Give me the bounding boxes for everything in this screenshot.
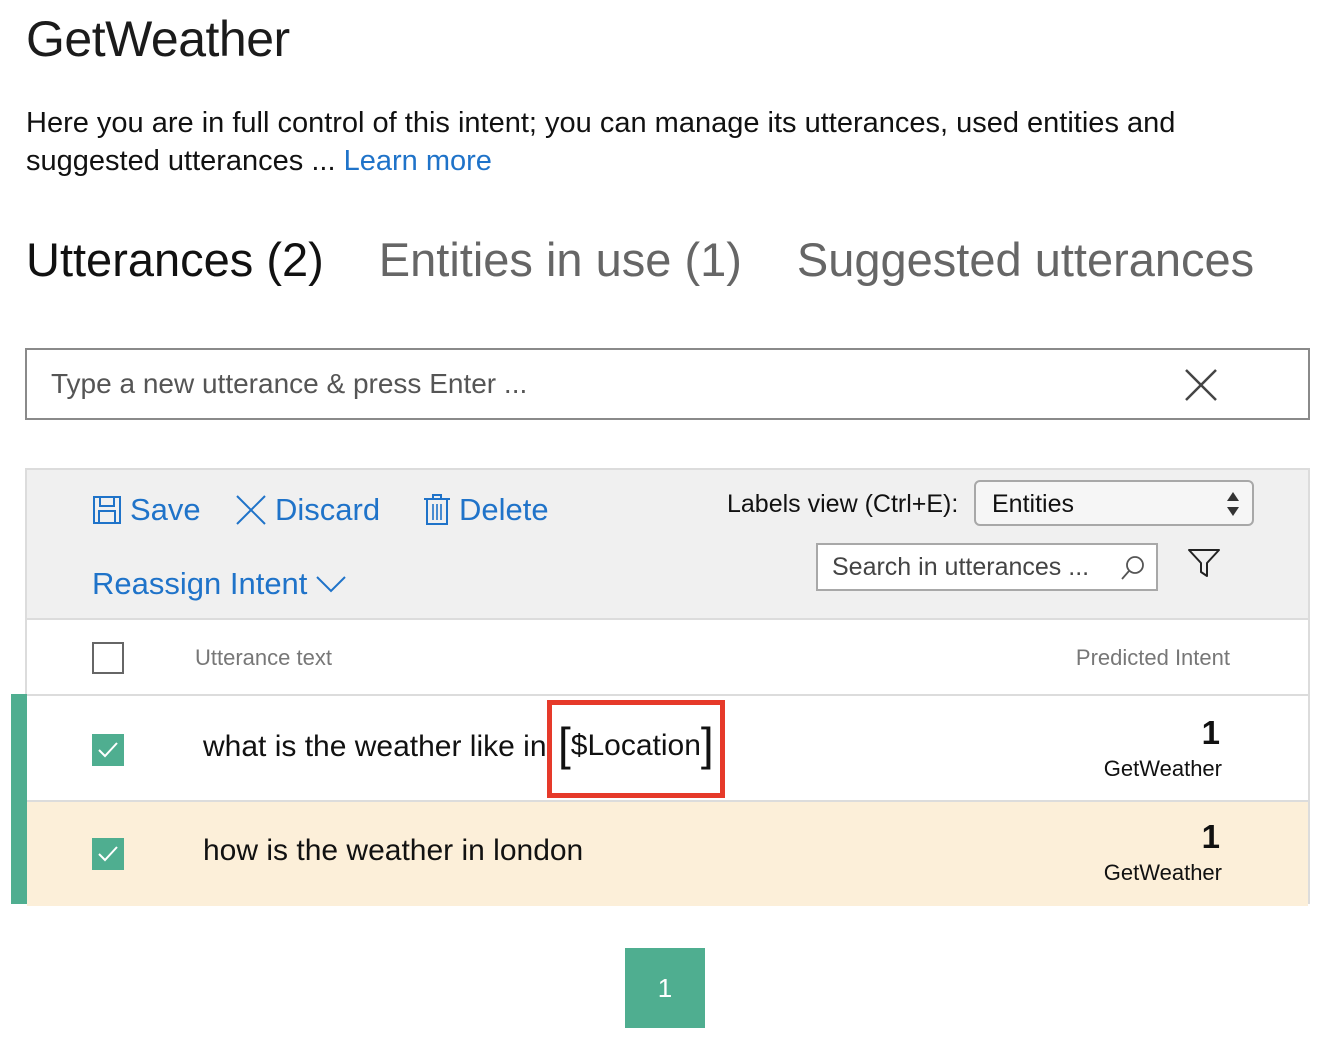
predicted-intent-score: 1 [1201, 818, 1220, 855]
entity-bracket-open: [ [558, 718, 571, 770]
entity-label: [$Location] [558, 721, 714, 767]
table-header: Utterance text Predicted Intent [27, 620, 1308, 696]
row-checkbox[interactable] [92, 734, 124, 766]
intent-description-text: Here you are in full control of this int… [26, 107, 1176, 177]
selected-rows-indicator [11, 694, 27, 904]
discard-button[interactable]: Discard [235, 492, 380, 528]
save-label: Save [130, 492, 201, 527]
column-header-predicted-intent: Predicted Intent [1075, 645, 1230, 670]
entity-name: $Location [570, 729, 701, 762]
utterances-panel: Save Discard Delete Reassign Intent Labe… [25, 468, 1310, 906]
entity-bracket-close: ] [700, 718, 714, 770]
tab-entities-in-use[interactable]: Entities in use (1) [379, 232, 742, 287]
checkmark-icon [98, 742, 118, 758]
trash-icon [424, 494, 450, 525]
reassign-intent-button[interactable]: Reassign Intent [92, 566, 347, 602]
column-header-utterance: Utterance text [195, 645, 332, 670]
close-icon[interactable] [1184, 368, 1218, 402]
checkmark-icon [98, 846, 118, 862]
utterance-search-input[interactable] [832, 545, 1102, 589]
tab-utterances[interactable]: Utterances (2) [26, 232, 324, 287]
utterance-search-box [816, 543, 1158, 591]
select-arrows-icon [1227, 492, 1239, 516]
delete-button[interactable]: Delete [423, 492, 549, 528]
table-row[interactable]: what is the weather like in [$Location] … [27, 698, 1308, 802]
reassign-intent-label: Reassign Intent [92, 566, 308, 601]
search-icon[interactable] [1120, 555, 1146, 581]
close-icon [236, 495, 266, 525]
labels-view-select[interactable]: Entities [974, 480, 1254, 526]
utterances-toolbar: Save Discard Delete Reassign Intent Labe… [27, 470, 1308, 620]
page-title: GetWeather [26, 11, 290, 67]
save-icon [93, 496, 121, 524]
intent-description: Here you are in full control of this int… [26, 104, 1266, 180]
learn-more-link[interactable]: Learn more [344, 145, 492, 177]
new-utterance-box [25, 348, 1310, 420]
save-button[interactable]: Save [92, 492, 201, 528]
utterance-text[interactable]: what is the weather like in [203, 730, 547, 764]
utterance-text[interactable]: how is the weather in london [203, 834, 583, 868]
chevron-down-icon [316, 576, 347, 593]
labels-view-value: Entities [992, 490, 1074, 518]
predicted-intent-name[interactable]: GetWeather [1104, 756, 1222, 782]
labels-view-label: Labels view (Ctrl+E): [727, 490, 959, 518]
discard-label: Discard [275, 492, 381, 527]
page-1-button[interactable]: 1 [625, 948, 705, 1028]
row-checkbox[interactable] [92, 838, 124, 870]
new-utterance-input[interactable] [51, 350, 1171, 418]
select-all-checkbox[interactable] [92, 642, 124, 674]
table-row[interactable]: how is the weather in london 1 GetWeathe… [27, 802, 1308, 906]
delete-label: Delete [459, 492, 549, 527]
intent-tabs: Utterances (2) Entities in use (1) Sugge… [26, 232, 1254, 287]
entity-label-highlight[interactable]: [$Location] [547, 700, 725, 798]
tab-suggested-utterances[interactable]: Suggested utterances [797, 232, 1254, 287]
predicted-intent-name[interactable]: GetWeather [1104, 860, 1222, 886]
filter-icon[interactable] [1187, 548, 1221, 578]
predicted-intent-score: 1 [1201, 714, 1220, 751]
